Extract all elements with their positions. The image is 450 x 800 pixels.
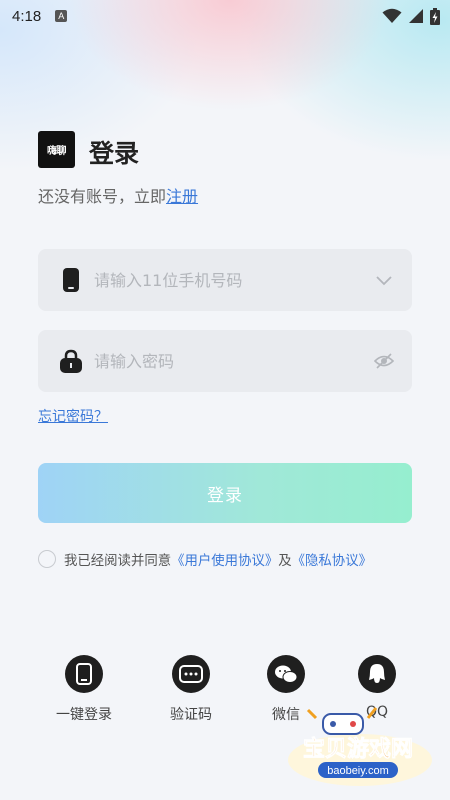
user-agreement-link[interactable]: 《用户使用协议》	[171, 549, 278, 569]
password-input[interactable]	[94, 330, 364, 392]
verification-code-login-button[interactable]: 验证码	[151, 655, 231, 724]
game-controller-icon: 宝贝游戏网 baobeiy.com	[288, 707, 432, 786]
watermark-title: 宝贝游戏网	[303, 736, 413, 762]
eye-off-icon[interactable]	[374, 351, 394, 371]
register-prompt: 还没有账号，立即注册	[38, 183, 198, 207]
wechat-icon	[267, 655, 305, 693]
watermark-logo: 宝贝游戏网 baobeiy.com	[268, 700, 448, 790]
login-button[interactable]: 登录	[38, 463, 412, 523]
page-title: 登录	[89, 139, 140, 168]
phone-input[interactable]	[94, 249, 364, 311]
alt-login-label: 验证码	[170, 707, 212, 723]
agreement-prefix: 我已经阅读并同意	[64, 554, 172, 569]
logo-text: 嗨聊	[47, 146, 67, 157]
watermark-url: baobeiy.com	[327, 765, 389, 777]
phone-icon	[65, 655, 103, 693]
forgot-password-link[interactable]: 忘记密码？	[38, 406, 108, 426]
register-link[interactable]: 注册	[166, 187, 198, 206]
lock-icon	[60, 349, 82, 373]
status-bar: 4:18 A	[0, 0, 450, 32]
privacy-agreement-link[interactable]: 《隐私协议》	[292, 549, 372, 569]
notification-badge-icon: A	[55, 10, 68, 22]
one-click-login-button[interactable]: 一键登录	[44, 655, 124, 724]
app-logo: 嗨聊	[38, 131, 75, 168]
password-field[interactable]	[38, 330, 412, 392]
register-prompt-text: 还没有账号，立即	[38, 187, 167, 206]
status-icons	[382, 7, 440, 25]
chevron-down-icon[interactable]	[374, 270, 394, 290]
agreement-checkbox[interactable]	[38, 550, 56, 568]
verification-code-icon	[172, 655, 210, 693]
battery-icon	[430, 7, 440, 25]
wifi-icon	[382, 8, 402, 23]
signal-icon	[409, 9, 423, 23]
qq-icon	[358, 655, 396, 693]
agreement-row: 我已经阅读并同意 《用户使用协议》 及 《隐私协议》	[38, 549, 372, 569]
status-time: 4:18	[12, 7, 42, 25]
alt-login-label: 一键登录	[56, 707, 112, 723]
phone-field[interactable]	[38, 249, 412, 311]
phone-icon	[63, 268, 79, 292]
agreement-connector: 及	[278, 554, 292, 569]
